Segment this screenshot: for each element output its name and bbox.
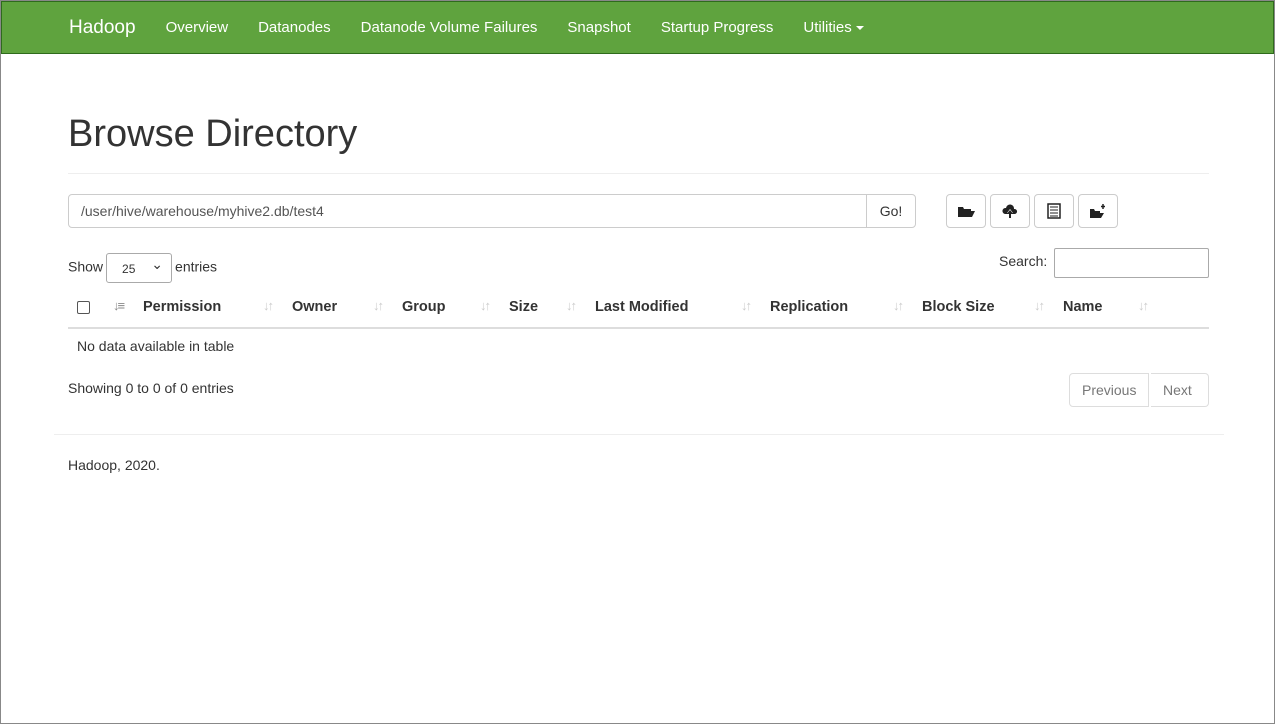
sort-icon[interactable]: ↓↑ <box>480 298 491 313</box>
go-button[interactable]: Go! <box>866 194 916 228</box>
show-label: Show <box>68 258 104 275</box>
column-permission[interactable]: Permission <box>143 299 221 315</box>
nav-datanodes[interactable]: Datanodes <box>243 19 346 36</box>
utilities-label: Utilities <box>803 19 852 36</box>
table-info: Showing 0 to 0 of 0 entries <box>68 380 234 396</box>
page-length-select[interactable]: 25 <box>106 253 173 283</box>
sort-icon[interactable]: ↓↑ <box>263 298 274 313</box>
page-length-control: Show25entries <box>68 253 217 283</box>
folder-open-button[interactable] <box>946 194 986 228</box>
cloud-upload-icon <box>1002 204 1018 218</box>
column-replication[interactable]: Replication <box>770 299 848 315</box>
sort-icon[interactable]: ↓↑ <box>373 298 384 313</box>
divider <box>68 173 1209 174</box>
new-folder-button[interactable] <box>1078 194 1118 228</box>
brand[interactable]: Hadoop <box>69 17 136 39</box>
page-title: Browse Directory <box>68 113 358 155</box>
footer-divider <box>54 434 1224 435</box>
sort-icon[interactable]: ↓↑ <box>1034 298 1045 313</box>
entries-label: entries <box>175 258 218 275</box>
column-block-size[interactable]: Block Size <box>922 299 995 315</box>
footer-text: Hadoop, 2020. <box>68 457 160 473</box>
new-folder-icon <box>1090 204 1105 218</box>
column-last-modified[interactable]: Last Modified <box>595 299 688 315</box>
folder-open-icon <box>958 207 975 217</box>
caret-down-icon <box>855 26 864 31</box>
list-button[interactable] <box>1034 194 1074 228</box>
empty-table-message: No data available in table <box>77 338 235 354</box>
header-divider <box>68 327 1209 329</box>
sort-icon[interactable]: ↓↑ <box>566 298 577 313</box>
next-button[interactable]: Next <box>1151 373 1209 407</box>
search-input[interactable] <box>1054 248 1209 278</box>
upload-button[interactable] <box>990 194 1030 228</box>
column-name[interactable]: Name <box>1063 299 1103 315</box>
sort-icon[interactable]: ↓↑ <box>1138 298 1149 313</box>
nav-startup-progress[interactable]: Startup Progress <box>646 19 789 36</box>
nav-volume-failures[interactable]: Datanode Volume Failures <box>346 19 553 36</box>
previous-button[interactable]: Previous <box>1069 373 1150 407</box>
nav-overview[interactable]: Overview <box>151 19 244 36</box>
nav-utilities[interactable]: Utilities <box>788 19 878 36</box>
search-label: Search: <box>999 253 1048 269</box>
column-size[interactable]: Size <box>509 299 538 315</box>
sort-icon[interactable]: ↓↑ <box>741 298 752 313</box>
column-group[interactable]: Group <box>402 299 446 315</box>
navbar: Hadoop Overview Datanodes Datanode Volum… <box>1 1 1274 54</box>
select-all-checkbox[interactable] <box>77 301 90 314</box>
column-owner[interactable]: Owner <box>292 299 337 315</box>
path-input[interactable] <box>68 194 867 228</box>
sort-asc-icon[interactable]: ↓≡ <box>113 298 125 313</box>
sort-icon[interactable]: ↓↑ <box>893 298 904 313</box>
nav-snapshot[interactable]: Snapshot <box>552 19 645 36</box>
list-alt-icon <box>1047 203 1061 219</box>
